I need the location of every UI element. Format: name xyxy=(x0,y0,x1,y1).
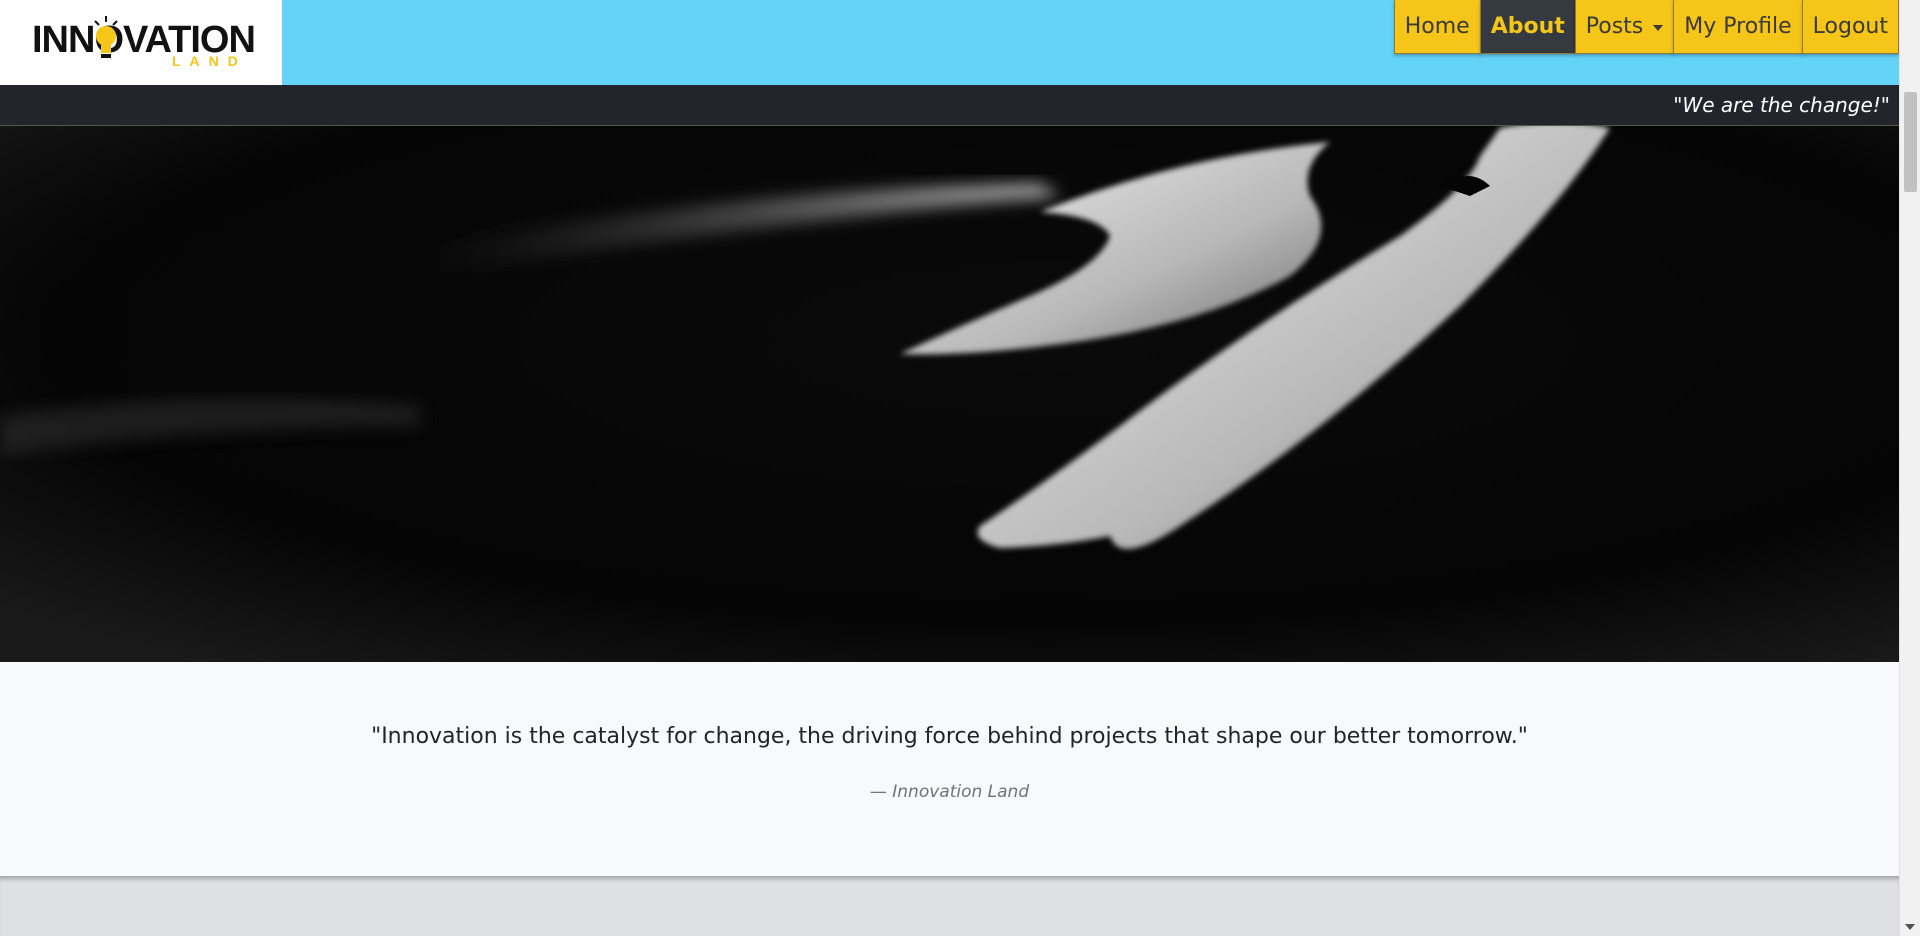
nav-posts-dropdown[interactable]: Posts xyxy=(1574,0,1675,54)
page-scrollbar[interactable] xyxy=(1899,0,1920,936)
quote-section: "Innovation is the catalyst for change, … xyxy=(0,662,1899,876)
nav-home-label: Home xyxy=(1404,14,1470,39)
scrollbar-thumb[interactable] xyxy=(1904,92,1917,192)
quote-text: "Innovation is the catalyst for change, … xyxy=(371,724,1528,749)
hero-abstract-shape xyxy=(0,126,1899,662)
logo[interactable]: INNOVATION LAND xyxy=(0,0,282,85)
tagline: "We are the change!" xyxy=(1673,93,1890,117)
nav-home[interactable]: Home xyxy=(1393,0,1481,54)
nav-logout-label: Logout xyxy=(1812,14,1888,39)
scroll-down-arrow-icon[interactable] xyxy=(1905,924,1915,930)
nav-my-profile[interactable]: My Profile xyxy=(1673,0,1803,54)
nav-about[interactable]: About xyxy=(1479,0,1576,54)
quote-attribution: — Innovation Land xyxy=(869,782,1030,802)
caret-down-icon xyxy=(1653,24,1664,31)
nav-posts-label: Posts xyxy=(1585,14,1644,39)
logo-subtext: LAND xyxy=(172,53,247,69)
lightbulb-icon xyxy=(94,16,118,58)
hero-image xyxy=(0,126,1899,662)
main-nav: Home About Posts My Profile Logout xyxy=(1393,0,1899,54)
header: INNOVATION LAND Home About Posts My Prof… xyxy=(0,0,1899,85)
nav-about-label: About xyxy=(1490,14,1565,39)
nav-my-profile-label: My Profile xyxy=(1684,14,1792,39)
nav-logout[interactable]: Logout xyxy=(1801,0,1899,54)
next-section xyxy=(0,876,1899,936)
page: INNOVATION LAND Home About Posts My Prof… xyxy=(0,0,1899,936)
tagline-bar: "We are the change!" xyxy=(0,85,1899,126)
